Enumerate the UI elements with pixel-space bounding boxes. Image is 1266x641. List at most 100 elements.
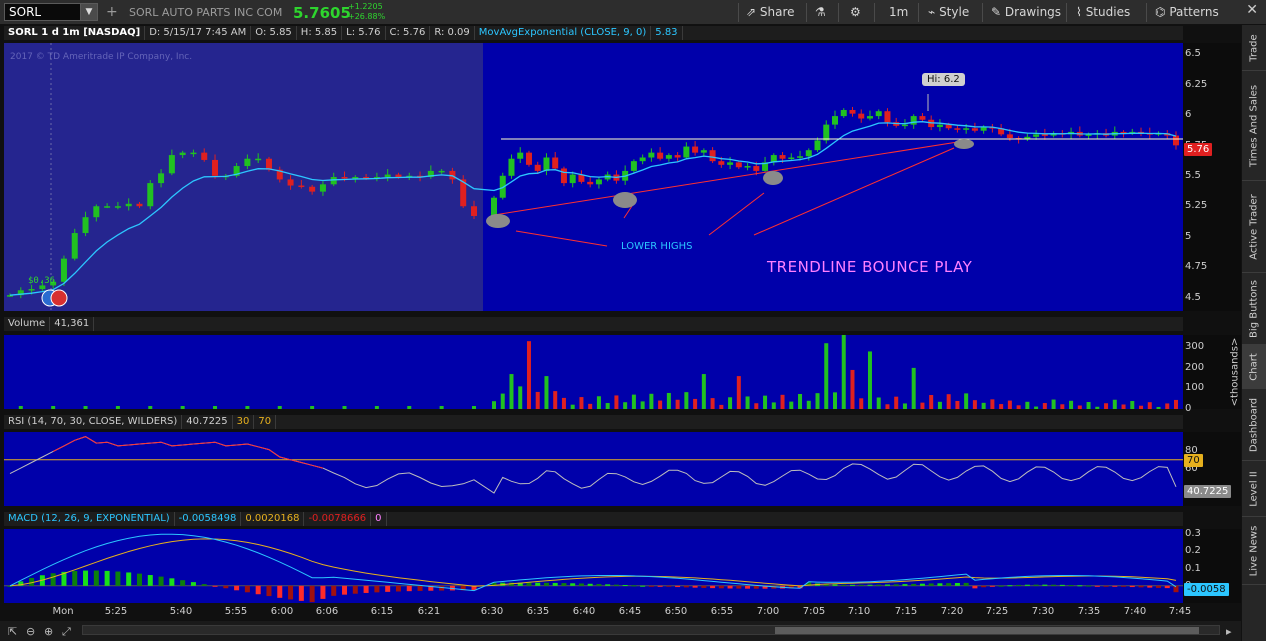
candle xyxy=(744,166,751,168)
volume-bar xyxy=(1165,403,1170,409)
macd-histogram-bar xyxy=(902,584,908,586)
volume-bar xyxy=(728,397,733,409)
sidebar-tab-trade[interactable]: Trade xyxy=(1242,25,1266,71)
candle xyxy=(849,110,856,114)
gear-icon[interactable]: ⚙ xyxy=(850,5,861,19)
volume-tick: 0 xyxy=(1185,403,1192,414)
volume-bar xyxy=(955,400,960,409)
macd-histogram-bar xyxy=(613,584,619,586)
volume-bar xyxy=(1121,404,1126,409)
macd-histogram-bar xyxy=(385,585,391,592)
macd-tick: 0.3 xyxy=(1185,528,1201,540)
candle xyxy=(788,157,795,160)
volume-bar xyxy=(623,402,628,409)
volume-title[interactable]: Volume xyxy=(4,317,51,331)
macd-title[interactable]: MACD (12, 26, 9, EXPONENTIAL) xyxy=(4,512,175,526)
volume-bar xyxy=(649,393,654,409)
volume-tick: 300 xyxy=(1185,341,1205,353)
candle xyxy=(255,158,262,161)
macd-histogram-bar xyxy=(1024,584,1030,586)
dividend-icon[interactable] xyxy=(50,289,68,307)
macd-histogram-bar xyxy=(954,583,960,586)
candle xyxy=(534,164,541,171)
volume-bar xyxy=(213,406,218,409)
sidebar-tab-big-buttons[interactable]: Big Buttons xyxy=(1242,273,1266,345)
sidebar-tab-times-and-sales[interactable]: Times And Sales xyxy=(1242,71,1266,181)
patterns-button[interactable]: ⌬ Patterns xyxy=(1155,5,1219,19)
macd-pane[interactable] xyxy=(4,529,1183,603)
rsi-oversold: 30 xyxy=(233,415,255,429)
close-icon[interactable]: ✕ xyxy=(1246,2,1258,18)
candle xyxy=(595,179,602,185)
sidebar-tab-chart[interactable]: Chart xyxy=(1242,345,1266,389)
drawing-cursor-icon[interactable]: ⇱ xyxy=(8,625,17,638)
macd-histogram-bar xyxy=(1068,585,1074,587)
sidebar-tab-active-trader[interactable]: Active Trader xyxy=(1242,181,1266,273)
sidebar-tab-live-news[interactable]: Live News xyxy=(1242,517,1266,585)
chart-title: SORL 1 d 1m [NASDAQ] xyxy=(4,26,146,40)
macd-histogram-bar xyxy=(666,585,672,587)
candle xyxy=(543,157,550,171)
macd-histogram-bar xyxy=(972,585,978,589)
flask-icon[interactable]: ⚗ xyxy=(815,5,826,19)
volume-bar xyxy=(439,406,444,409)
fit-zoom-icon[interactable]: ⤢ xyxy=(62,625,71,639)
volume-pane[interactable] xyxy=(4,335,1183,409)
macd-histogram-bar xyxy=(212,585,218,587)
sidebar-tab-dashboard[interactable]: Dashboard xyxy=(1242,389,1266,461)
last-price: 5.7605 xyxy=(293,4,351,22)
chart-area[interactable]: SORL 1 d 1m [NASDAQ] D: 5/15/17 7:45 AM … xyxy=(0,25,1241,641)
price-tick: 5.5 xyxy=(1185,170,1201,181)
percent-change: +26.88% xyxy=(348,12,386,21)
price-pane[interactable]: 2017 © TD Ameritrade IP Company, Inc. $0… xyxy=(4,43,1183,311)
time-tick: 6:21 xyxy=(417,606,441,617)
price-axis[interactable]: 6.56.2565.755.55.2554.754.5 xyxy=(1183,43,1241,311)
add-symbol-icon[interactable]: + xyxy=(106,4,118,20)
sidebar-tab-level-ii[interactable]: Level II xyxy=(1242,461,1266,517)
premarket-change-label: $0.36 xyxy=(28,276,56,286)
rsi-pane[interactable] xyxy=(4,432,1183,506)
macd-histogram-bar xyxy=(126,572,132,586)
ema-study-label[interactable]: MovAvgExponential (CLOSE, 9, 0) xyxy=(475,26,652,40)
scrollbar-thumb[interactable] xyxy=(775,627,1199,634)
style-button[interactable]: ⌁ Style xyxy=(928,5,969,19)
volume-bar xyxy=(342,406,347,409)
macd-histogram-bar xyxy=(223,585,229,589)
time-tick: 7:10 xyxy=(847,606,871,617)
zoom-in-icon[interactable]: ⊕ xyxy=(44,625,53,638)
candle xyxy=(491,197,497,216)
share-button[interactable]: ⇗ Share xyxy=(746,5,795,19)
macd-histogram-bar xyxy=(596,584,602,586)
macd-histogram-bar xyxy=(1059,584,1065,586)
candle xyxy=(648,152,655,158)
macd-histogram-bar xyxy=(331,585,337,596)
candle xyxy=(858,113,865,119)
macd-histogram-bar xyxy=(136,573,142,586)
candle xyxy=(980,127,987,131)
scroll-right-icon[interactable]: ▸ xyxy=(1226,625,1232,638)
zoom-out-icon[interactable]: ⊖ xyxy=(26,625,35,638)
symbol-dropdown-button[interactable]: ▼ xyxy=(80,3,98,21)
candle xyxy=(136,203,143,207)
timeframe-button[interactable]: 1m xyxy=(889,5,908,19)
candle xyxy=(352,177,359,179)
macd-histogram-bar xyxy=(753,585,759,589)
rsi-title[interactable]: RSI (14, 70, 30, CLOSE, WILDERS) xyxy=(4,415,183,429)
macd-histogram-bar xyxy=(169,578,175,586)
studies-button[interactable]: ⌇ Studies xyxy=(1076,5,1130,19)
macd-histogram-bar xyxy=(622,585,628,587)
drawings-button[interactable]: ✎ Drawings xyxy=(991,5,1061,19)
volume-bar xyxy=(920,402,925,409)
candle xyxy=(587,181,594,185)
macd-histogram-bar xyxy=(640,585,646,587)
macd-histogram-bar xyxy=(1164,585,1170,589)
macd-histogram-bar xyxy=(298,585,304,601)
macd-histogram-bar xyxy=(147,575,153,586)
time-scrollbar[interactable] xyxy=(82,625,1220,635)
volume-bar xyxy=(902,403,907,409)
macd-histogram-bar xyxy=(115,571,121,586)
volume-bar xyxy=(745,396,750,409)
volume-bar xyxy=(579,397,584,409)
volume-bar xyxy=(885,404,890,409)
macd-histogram-bar xyxy=(946,583,952,586)
